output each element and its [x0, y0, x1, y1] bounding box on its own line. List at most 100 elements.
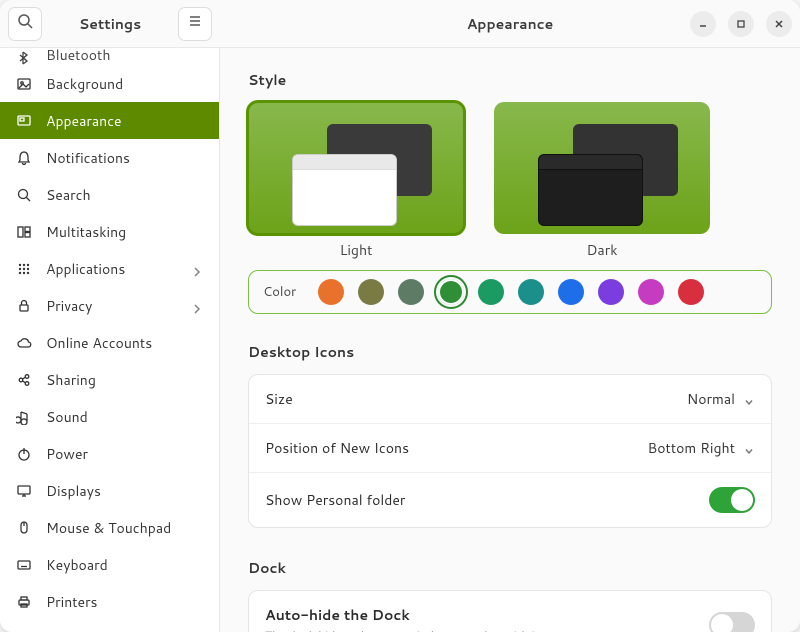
size-value: Normal [687, 389, 735, 409]
titlebar: Settings Appearance [0, 0, 800, 48]
style-card-light[interactable] [248, 102, 464, 234]
sidebar-item-multitasking[interactable]: Multitasking [0, 213, 219, 250]
sidebar-item-label: Bluetooth [46, 48, 203, 65]
mouse-icon [16, 520, 32, 536]
autohide-toggle[interactable] [709, 612, 755, 632]
display-icon [16, 483, 32, 499]
color-swatch-2[interactable] [398, 279, 424, 305]
sidebar[interactable]: Bluetooth Background Appearance Notificatio… [0, 48, 220, 632]
search-icon [17, 13, 33, 34]
sidebar-title: Settings [50, 14, 170, 34]
share-icon [16, 372, 32, 388]
sidebar-item-power[interactable]: Power [0, 435, 219, 472]
sidebar-item-label: Power [46, 444, 203, 464]
dock-panel: Auto-hide the Dock The dock hides when a… [248, 590, 772, 632]
sidebar-item-search[interactable]: Search [0, 176, 219, 213]
color-swatch-9[interactable] [678, 279, 704, 305]
style-light-label: Light [340, 240, 373, 260]
sidebar-item-displays[interactable]: Displays [0, 472, 219, 509]
color-swatch-5[interactable] [518, 279, 544, 305]
show-personal-label: Show Personal folder [265, 490, 709, 510]
sidebar-item-label: Sound [46, 407, 203, 427]
sidebar-item-label: Privacy [46, 296, 177, 316]
sidebar-item-label: Background [46, 74, 203, 94]
titlebar-right: Appearance [220, 11, 800, 37]
autohide-labels: Auto-hide the Dock The dock hides when a… [265, 605, 709, 632]
style-dark-label: Dark [586, 240, 617, 260]
color-swatch-3[interactable] [438, 279, 464, 305]
size-row[interactable]: Size Normal [249, 375, 771, 424]
cloud-icon [16, 335, 32, 351]
color-swatch-7[interactable] [598, 279, 624, 305]
style-card-dark[interactable] [494, 102, 710, 234]
sidebar-item-label: Search [46, 185, 203, 205]
sidebar-item-label: Multitasking [46, 222, 203, 242]
search-icon [16, 187, 32, 203]
sidebar-item-label: Sharing [46, 370, 203, 390]
chevron-right-icon [191, 263, 203, 275]
sidebar-item-background[interactable]: Background [0, 65, 219, 102]
background-icon [16, 76, 32, 92]
position-label: Position of New Icons [265, 438, 648, 458]
titlebar-left: Settings [0, 7, 220, 41]
chevron-down-icon [743, 442, 755, 454]
sidebar-item-keyboard[interactable]: Keyboard [0, 546, 219, 583]
chevron-right-icon [191, 300, 203, 312]
sidebar-item-applications[interactable]: Applications [0, 250, 219, 287]
menu-button[interactable] [178, 7, 212, 41]
color-label: Color [263, 283, 296, 301]
hamburger-icon [187, 13, 203, 34]
sidebar-item-bluetooth[interactable]: Bluetooth [0, 48, 219, 65]
position-dropdown[interactable]: Bottom Right [648, 438, 755, 458]
sidebar-item-online-accounts[interactable]: Online Accounts [0, 324, 219, 361]
search-button[interactable] [8, 7, 42, 41]
bell-icon [16, 150, 32, 166]
printer-icon [16, 594, 32, 610]
sidebar-item-label: Displays [46, 481, 203, 501]
sidebar-item-label: Applications [46, 259, 177, 279]
content-area[interactable]: Style Light Dark [220, 48, 800, 632]
position-value: Bottom Right [648, 438, 735, 458]
sidebar-item-printers[interactable]: Printers [0, 583, 219, 620]
sidebar-item-mouse-touchpad[interactable]: Mouse & Touchpad [0, 509, 219, 546]
autohide-row: Auto-hide the Dock The dock hides when a… [249, 591, 771, 632]
color-swatch-1[interactable] [358, 279, 384, 305]
color-swatch-8[interactable] [638, 279, 664, 305]
color-swatch-6[interactable] [558, 279, 584, 305]
sidebar-item-sound[interactable]: Sound [0, 398, 219, 435]
style-row: Light Dark [248, 102, 772, 260]
sidebar-item-notifications[interactable]: Notifications [0, 139, 219, 176]
sidebar-item-privacy[interactable]: Privacy [0, 287, 219, 324]
sidebar-item-label: Appearance [46, 111, 203, 131]
style-card-light-wrap: Light [248, 102, 464, 260]
autohide-sub: The dock hides when any windows overlap … [265, 627, 709, 632]
body: Bluetooth Background Appearance Notificatio… [0, 48, 800, 632]
show-personal-row: Show Personal folder [249, 473, 771, 527]
grid-icon [16, 261, 32, 277]
sidebar-item-sharing[interactable]: Sharing [0, 361, 219, 398]
appearance-icon [16, 113, 32, 129]
sidebar-item-label: Notifications [46, 148, 203, 168]
sidebar-item-label: Keyboard [46, 555, 203, 575]
chevron-down-icon [743, 393, 755, 405]
multitask-icon [16, 224, 32, 240]
sidebar-item-appearance[interactable]: Appearance [0, 102, 219, 139]
sidebar-item-label: Online Accounts [46, 333, 203, 353]
sidebar-item-label: Mouse & Touchpad [46, 518, 203, 538]
lock-icon [16, 298, 32, 314]
color-swatch-4[interactable] [478, 279, 504, 305]
size-label: Size [265, 389, 687, 409]
desktop-icons-panel: Size Normal Position of New Icons Bottom… [248, 374, 772, 528]
settings-window: Settings Appearance Blue [0, 0, 800, 632]
preview-window-front [538, 154, 643, 226]
color-swatch-0[interactable] [318, 279, 344, 305]
position-row[interactable]: Position of New Icons Bottom Right [249, 424, 771, 473]
bluetooth-icon [16, 49, 32, 65]
color-picker-row: Color [248, 270, 772, 314]
style-card-dark-wrap: Dark [494, 102, 710, 260]
show-personal-toggle[interactable] [709, 487, 755, 513]
size-dropdown[interactable]: Normal [687, 389, 755, 409]
power-icon [16, 446, 32, 462]
sound-icon [16, 409, 32, 425]
desktop-icons-section-title: Desktop Icons [248, 342, 772, 362]
